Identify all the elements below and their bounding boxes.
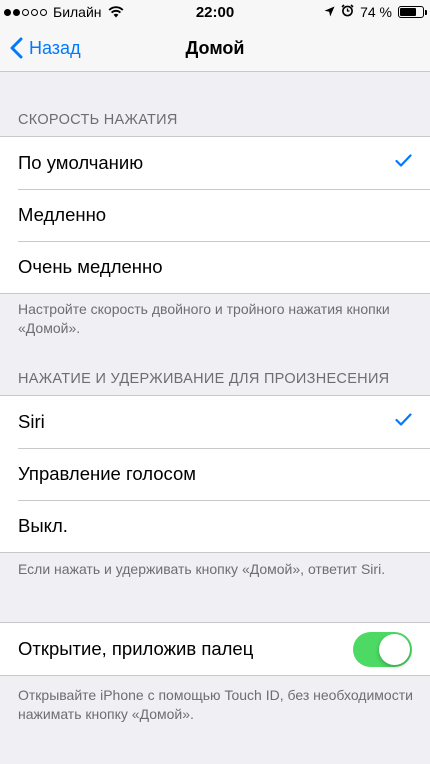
rest-finger-group: Открытие, приложив палец — [0, 622, 430, 676]
option-label: Выкл. — [18, 515, 68, 536]
navigation-bar: Назад Домой — [0, 26, 430, 72]
checkmark-icon — [395, 154, 412, 167]
option-label: Siri — [18, 411, 45, 432]
location-icon — [324, 4, 335, 20]
press-hold-footer: Если нажать и удерживать кнопку «Домой»,… — [18, 561, 386, 577]
option-slowest-speed[interactable]: Очень медленно — [0, 241, 430, 293]
rest-finger-row: Открытие, приложив палец — [0, 623, 430, 675]
alarm-icon — [341, 4, 354, 20]
click-speed-footer: Настройте скорость двойного и тройного н… — [18, 301, 390, 336]
option-voice-control[interactable]: Управление голосом — [0, 448, 430, 500]
battery-level-fill — [400, 8, 417, 16]
status-right: 74 % — [324, 4, 427, 20]
option-slow-speed[interactable]: Медленно — [0, 189, 430, 241]
option-label: По умолчанию — [18, 152, 144, 173]
option-siri[interactable]: Siri — [0, 396, 430, 448]
option-off[interactable]: Выкл. — [0, 500, 430, 552]
page-title: Домой — [185, 38, 245, 58]
section-header-click-speed: СКОРОСТЬ НАЖАТИЯ — [18, 112, 178, 128]
option-label: Очень медленно — [18, 256, 163, 277]
status-bar: Билайн 22:00 74 % — [0, 0, 430, 26]
rest-finger-toggle[interactable] — [353, 632, 412, 667]
battery-icon — [398, 6, 427, 18]
rest-finger-label: Открытие, приложив палец — [18, 638, 254, 659]
rest-finger-footer: Открывайте iPhone с помощью Touch ID, бе… — [18, 687, 413, 722]
click-speed-group: По умолчанию Медленно Очень медленно — [0, 136, 430, 294]
option-label: Медленно — [18, 204, 107, 225]
section-header-press-hold: НАЖАТИЕ И УДЕРЖИВАНИЕ ДЛЯ ПРОИЗНЕСЕНИЯ — [18, 371, 390, 387]
checkmark-icon — [395, 413, 412, 426]
press-hold-group: Siri Управление голосом Выкл. — [0, 395, 430, 553]
battery-percent: 74 % — [360, 4, 392, 20]
toggle-knob — [379, 634, 410, 665]
option-label: Управление голосом — [18, 463, 196, 484]
option-default-speed[interactable]: По умолчанию — [0, 137, 430, 189]
